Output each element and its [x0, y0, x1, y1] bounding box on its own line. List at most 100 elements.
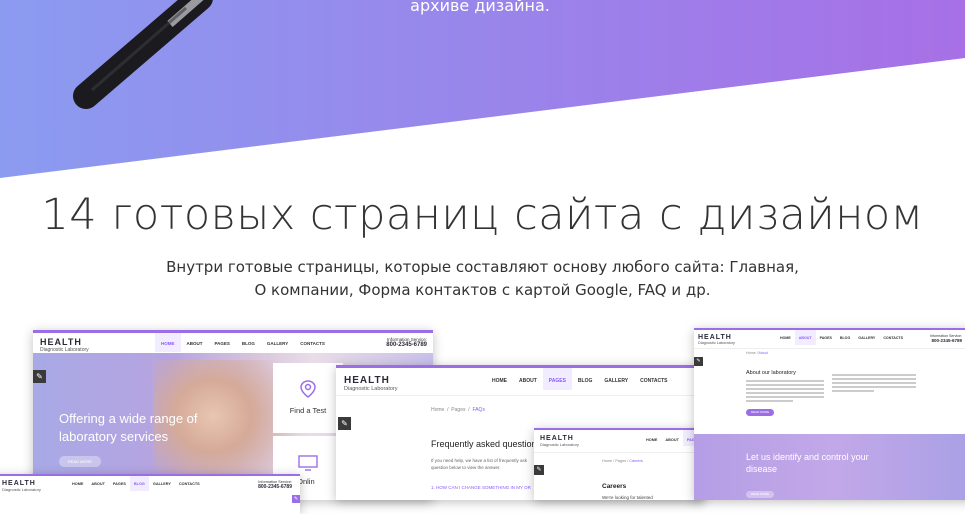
edit-icon[interactable]: ✎	[33, 370, 46, 383]
location-pin-icon	[300, 380, 316, 398]
nav-home[interactable]: HOME	[68, 476, 87, 491]
nav-contacts[interactable]: CONTACTS	[634, 368, 673, 390]
nav-pages[interactable]: PAGES	[109, 476, 130, 491]
logo-text: HEALTH	[40, 337, 82, 347]
nav-pages[interactable]: PAGES	[209, 333, 236, 352]
crumb-current: About	[758, 351, 768, 355]
about-text-left	[746, 380, 824, 402]
logo-text: HEALTH	[344, 375, 390, 386]
nav-about[interactable]: ABOUT	[87, 476, 109, 491]
card-find-test-label: Find a Test	[289, 406, 327, 415]
crumb-home[interactable]: Home	[746, 351, 756, 355]
main-nav: HOME ABOUT PAGES BLOG GALLERY CONTACTS	[155, 333, 331, 352]
edit-icon[interactable]: ✎	[534, 465, 544, 475]
card-find-test[interactable]: Find a Test	[273, 363, 343, 433]
careers-body: We're looking for talented	[602, 495, 653, 500]
faq-intro-line-2: question below to view the answer.	[431, 465, 501, 470]
edit-icon[interactable]: ✎	[694, 357, 703, 366]
read-more-button[interactable]: READ MORE	[59, 456, 101, 467]
crumb-current: FAQs	[472, 407, 485, 413]
hero-banner: архиве дизайна.	[0, 0, 965, 180]
info-service: Information Service: 800-2345-6789	[258, 480, 292, 490]
about-page-preview: HEALTH Diagnostic Laboratory HOME ABOUT …	[694, 328, 965, 500]
crumb-home[interactable]: Home	[602, 459, 612, 463]
site-logo: HEALTH Diagnostic Laboratory	[40, 337, 89, 353]
faq-intro: If you need help, we have a list of freq…	[431, 457, 527, 471]
section-subtitle: Внутри готовые страницы, которые составл…	[0, 256, 965, 302]
faq-question-1[interactable]: 1. HOW CAN I CHANGE SOMETHING IN MY OR	[431, 485, 531, 490]
info-service: Information Service: 800-2345-6789	[930, 334, 962, 343]
crumb-pages[interactable]: Pages	[451, 407, 465, 413]
nav-blog[interactable]: BLOG	[236, 333, 261, 352]
breadcrumb: Home / Pages / FAQs	[431, 407, 485, 413]
headline-line-1: Offering a wide range of	[59, 411, 198, 426]
section-title: 14 готовых страниц сайта с дизайном	[41, 190, 924, 240]
nav-gallery[interactable]: GALLERY	[261, 333, 294, 352]
monitor-icon	[298, 455, 318, 471]
hero-tail-text: архиве дизайна.	[410, 0, 550, 15]
nav-gallery[interactable]: GALLERY	[598, 368, 634, 390]
site-logo: HEALTH Diagnostic Laboratory	[540, 435, 579, 447]
hero-background	[0, 0, 965, 178]
nav-contacts[interactable]: CONTACTS	[879, 330, 907, 345]
logo-subtitle: Diagnostic Laboratory	[344, 386, 398, 392]
info-phone[interactable]: 800-2345-6789	[258, 484, 292, 490]
site-logo: HEALTH Diagnostic Laboratory	[344, 375, 398, 392]
about-heading: About our laboratory	[746, 370, 796, 376]
nav-about[interactable]: ABOUT	[181, 333, 209, 352]
careers-page-preview: HEALTH Diagnostic Laboratory HOME ABOUT …	[534, 428, 704, 500]
nav-blog[interactable]: BLOG	[129, 476, 149, 491]
site-logo: HEALTH Diagnostic Laboratory	[698, 334, 735, 345]
banner-line-1: Let us identify and control your	[746, 452, 869, 462]
nav-home[interactable]: HOME	[776, 330, 795, 345]
subtitle-line-2: О компании, Форма контактов с картой Goo…	[254, 281, 711, 299]
divider	[694, 348, 965, 349]
breadcrumb: Home / About	[746, 351, 768, 355]
banner-line-2: disease	[746, 464, 778, 474]
faq-heading: Frequently asked question	[431, 439, 537, 449]
crumb-pages[interactable]: Pages	[615, 459, 626, 463]
home-page-preview-small: HEALTH Diagnostic Laboratory HOME ABOUT …	[0, 474, 300, 514]
logo-text: HEALTH	[2, 480, 36, 487]
nav-about[interactable]: ABOUT	[661, 430, 683, 446]
about-read-more-button[interactable]: READ MORE	[746, 409, 774, 416]
nav-home[interactable]: HOME	[642, 430, 661, 446]
info-service: Information Service: 800-2345-6789	[386, 337, 427, 348]
logo-subtitle: Diagnostic Laboratory	[540, 442, 579, 447]
main-nav: HOME ABOUT PAGES BLOG GALLERY CONTACTS	[68, 476, 204, 491]
about-banner-heading: Let us identify and control your disease	[746, 451, 869, 475]
divider	[534, 452, 704, 453]
nav-contacts[interactable]: CONTACTS	[175, 476, 204, 491]
nav-blog[interactable]: BLOG	[572, 368, 598, 390]
nav-home[interactable]: HOME	[486, 368, 513, 390]
edit-icon[interactable]: ✎	[338, 417, 351, 430]
logo-text: HEALTH	[540, 435, 574, 442]
divider	[336, 395, 702, 396]
nav-pages[interactable]: PAGES	[816, 330, 836, 345]
home-headline: Offering a wide range of laboratory serv…	[59, 410, 198, 446]
info-phone[interactable]: 800-2345-6789	[930, 338, 962, 343]
about-text-right	[832, 374, 916, 392]
logo-text: HEALTH	[698, 334, 732, 341]
logo-subtitle: Diagnostic Laboratory	[698, 341, 735, 345]
nav-blog[interactable]: BLOG	[836, 330, 854, 345]
nav-home[interactable]: HOME	[155, 333, 181, 352]
careers-heading: Careers	[602, 483, 627, 490]
crumb-current: Careers	[629, 459, 643, 463]
nav-contacts[interactable]: CONTACTS	[294, 333, 331, 352]
faq-intro-line-1: If you need help, we have a list of freq…	[431, 458, 528, 463]
nav-gallery[interactable]: GALLERY	[149, 476, 175, 491]
nav-about[interactable]: ABOUT	[794, 330, 816, 345]
nav-pages[interactable]: PAGES	[542, 368, 572, 390]
headline-line-2: laboratory services	[59, 429, 169, 444]
info-phone[interactable]: 800-2345-6789	[386, 342, 427, 348]
nav-about[interactable]: ABOUT	[513, 368, 543, 390]
edit-icon[interactable]: ✎	[292, 495, 300, 503]
banner-read-more-button[interactable]: READ MORE	[746, 491, 774, 498]
crumb-home[interactable]: Home	[431, 407, 444, 413]
nav-gallery[interactable]: GALLERY	[854, 330, 879, 345]
main-nav: HOME ABOUT PAGES BLOG GALLERY CONTACTS	[486, 368, 674, 390]
logo-subtitle: Diagnostic Laboratory	[2, 487, 41, 492]
subtitle-line-1: Внутри готовые страницы, которые составл…	[166, 258, 799, 276]
site-logo: HEALTH Diagnostic Laboratory	[2, 480, 41, 492]
